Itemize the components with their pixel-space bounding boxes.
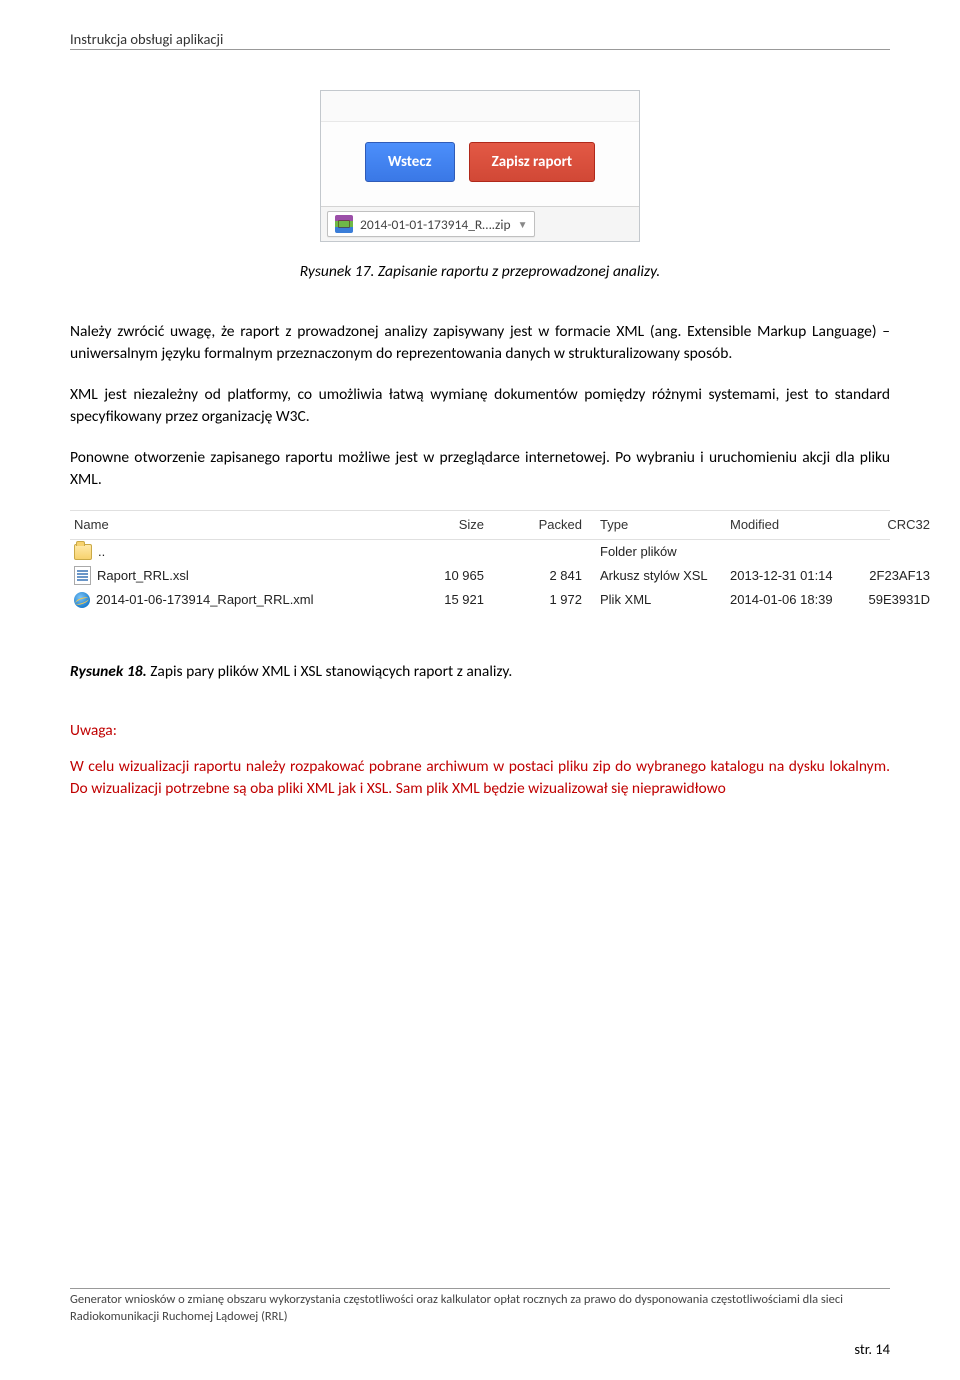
cell-type: Folder plików — [600, 544, 730, 559]
cell-type: Arkusz stylów XSL — [600, 568, 730, 583]
table-row[interactable]: .. Folder plików — [70, 540, 890, 564]
col-packed[interactable]: Packed — [502, 517, 600, 532]
page-number: str. 14 — [70, 1340, 890, 1358]
cell-mod: 2013-12-31 01:14 — [730, 568, 860, 583]
paragraph-1: Należy zwrócić uwagę, że raport z prowad… — [70, 321, 890, 366]
download-filename: 2014-01-01-173914_R….zip — [360, 216, 511, 233]
cell-name: Raport_RRL.xsl — [97, 568, 189, 583]
figure-17-caption: Rysunek 17. Zapisanie raportu z przeprow… — [70, 262, 890, 281]
window-top-strip — [321, 91, 639, 122]
cell-crc: 2F23AF13 — [860, 568, 930, 583]
col-size[interactable]: Size — [404, 517, 502, 532]
page-footer: Generator wniosków o zmianę obszaru wyko… — [70, 1288, 890, 1358]
figure-17-screenshot: Wstecz Zapisz raport 2014-01-01-173914_R… — [320, 90, 640, 242]
table-row[interactable]: 2014-01-06-173914_Raport_RRL.xml 15 921 … — [70, 588, 890, 612]
figure-18-screenshot: Name Size Packed Type Modified CRC32 .. … — [70, 510, 890, 612]
save-report-button[interactable]: Zapisz raport — [469, 142, 596, 182]
figure-18-text: Zapis pary plików XML i XSL stanowiących… — [147, 662, 513, 681]
figure-18-label: Rysunek 18. — [70, 662, 147, 681]
cell-crc: 59E3931D — [860, 592, 930, 607]
cell-packed: 1 972 — [502, 592, 600, 607]
cell-size: 10 965 — [404, 568, 502, 583]
footer-text: Generator wniosków o zmianę obszaru wyko… — [70, 1288, 890, 1326]
xsl-file-icon — [74, 566, 91, 585]
col-modified[interactable]: Modified — [730, 517, 860, 532]
cell-name: .. — [98, 544, 105, 559]
paragraph-2: XML jest niezależny od platformy, co umo… — [70, 384, 890, 429]
col-crc[interactable]: CRC32 — [860, 517, 930, 532]
paragraph-3: Ponowne otworzenie zapisanego raportu mo… — [70, 447, 890, 492]
download-chip[interactable]: 2014-01-01-173914_R….zip ▼ — [327, 211, 535, 237]
download-bar: 2014-01-01-173914_R….zip ▼ — [321, 206, 639, 241]
warning-heading: Uwaga: — [70, 721, 890, 740]
figure-18-caption: Rysunek 18. Zapis pary plików XML i XSL … — [70, 662, 890, 681]
ie-xml-file-icon — [74, 592, 90, 608]
cell-size: 15 921 — [404, 592, 502, 607]
col-name[interactable]: Name — [74, 517, 404, 532]
table-header: Name Size Packed Type Modified CRC32 — [70, 510, 890, 540]
cell-packed: 2 841 — [502, 568, 600, 583]
col-type[interactable]: Type — [600, 517, 730, 532]
archive-icon — [335, 215, 353, 233]
warning-body: W celu wizualizacji raportu należy rozpa… — [70, 756, 890, 801]
cell-type: Plik XML — [600, 592, 730, 607]
cell-name: 2014-01-06-173914_Raport_RRL.xml — [96, 592, 314, 607]
chevron-down-icon: ▼ — [518, 218, 528, 231]
folder-up-icon — [74, 544, 92, 560]
table-row[interactable]: Raport_RRL.xsl 10 965 2 841 Arkusz styló… — [70, 564, 890, 588]
cell-mod: 2014-01-06 18:39 — [730, 592, 860, 607]
running-header: Instrukcja obsługi aplikacji — [70, 30, 890, 50]
back-button[interactable]: Wstecz — [365, 142, 455, 182]
